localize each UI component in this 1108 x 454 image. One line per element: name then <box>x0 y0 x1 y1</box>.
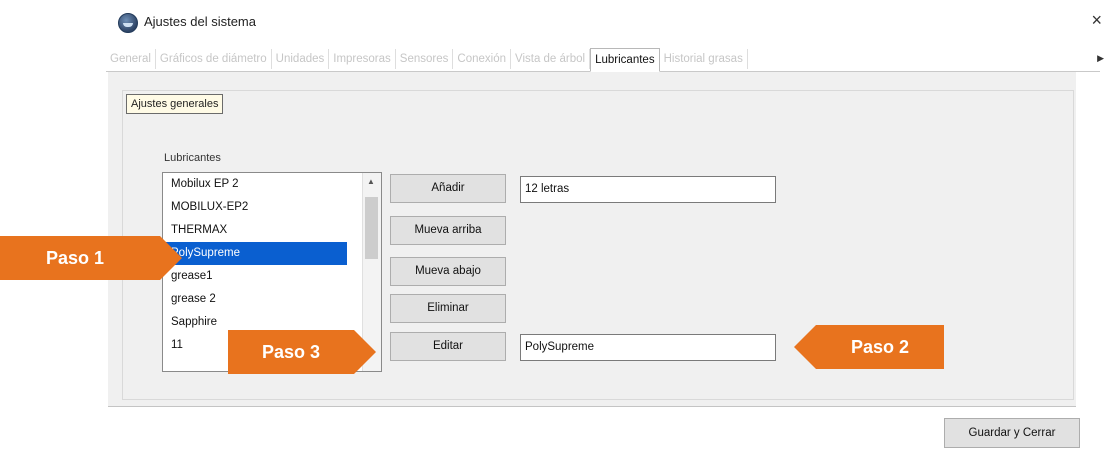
tab-impresoras[interactable]: Impresoras <box>329 49 396 69</box>
app-logo-icon <box>118 13 138 33</box>
list-item[interactable]: grease 2 <box>163 288 381 311</box>
close-icon[interactable]: × <box>1091 10 1102 31</box>
title-bar: Ajustes del sistema × <box>106 0 1108 44</box>
move-down-button[interactable]: Mueva abajo <box>390 257 506 286</box>
tab-general[interactable]: General <box>106 49 156 69</box>
tab-sensores[interactable]: Sensores <box>396 49 454 69</box>
list-item-selected[interactable]: PolySupreme <box>163 242 347 265</box>
tab-scroll-right-icon[interactable]: ▶ <box>1097 53 1104 64</box>
new-lubricant-input[interactable]: 12 letras <box>520 176 776 203</box>
tab-unidades[interactable]: Unidades <box>272 49 330 69</box>
edit-button[interactable]: Editar <box>390 332 506 361</box>
callout-step-1: Paso 1 <box>0 236 182 280</box>
scroll-thumb[interactable] <box>365 197 378 259</box>
tab-conexion[interactable]: Conexión <box>453 49 511 69</box>
scroll-up-icon[interactable]: ▲ <box>367 177 375 186</box>
system-settings-dialog: Ajustes del sistema × General Gráficos de… <box>106 0 1108 454</box>
window-title: Ajustes del sistema <box>144 14 256 29</box>
delete-button[interactable]: Eliminar <box>390 294 506 323</box>
tab-vista-arbol[interactable]: Vista de árbol <box>511 49 591 69</box>
tab-graficos-diametro[interactable]: Gráficos de diámetro <box>156 49 272 69</box>
tab-historial-grasas[interactable]: Historial grasas <box>660 49 748 69</box>
list-item[interactable]: MOBILUX-EP2 <box>163 196 381 219</box>
save-close-button[interactable]: Guardar y Cerrar <box>944 418 1080 448</box>
callout-step-3: Paso 3 <box>228 330 376 374</box>
move-up-button[interactable]: Mueva arriba <box>390 216 506 245</box>
list-item[interactable]: grease1 <box>163 265 381 288</box>
lubricants-label: Lubricantes <box>164 152 221 164</box>
general-settings-button[interactable]: Ajustes generales <box>126 94 224 114</box>
edit-lubricant-input[interactable]: PolySupreme <box>520 334 776 361</box>
callout-step-2: Paso 2 <box>794 325 944 369</box>
tab-lubricantes[interactable]: Lubricantes <box>590 48 660 72</box>
list-item[interactable]: Mobilux EP 2 <box>163 173 381 196</box>
add-button[interactable]: Añadir <box>390 174 506 203</box>
tab-bar: General Gráficos de diámetro Unidades Impre… <box>106 47 1104 72</box>
list-item[interactable]: THERMAX <box>163 219 381 242</box>
